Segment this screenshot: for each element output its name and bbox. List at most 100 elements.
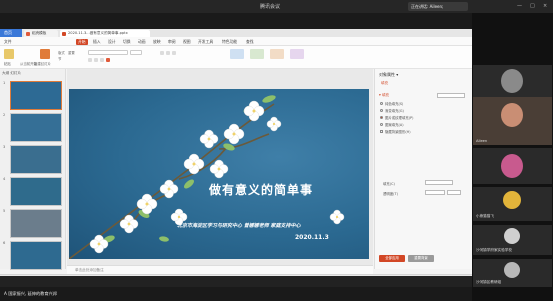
thumbnail-slide-6[interactable]	[10, 241, 62, 270]
meeting-titlebar: 腾讯会议 正在讲话: Aileen; — □ ×	[0, 0, 553, 13]
menu-developer[interactable]: 开发工具	[198, 39, 213, 45]
notes-pane[interactable]: 单击此处添加备注	[67, 265, 373, 274]
font-color-icon[interactable]	[106, 58, 110, 62]
template-icon	[26, 31, 30, 36]
textbox-icon[interactable]	[230, 49, 244, 59]
font-size-select[interactable]	[130, 50, 142, 55]
menu-transition[interactable]: 切换	[123, 39, 131, 45]
thumb-number: 4	[3, 177, 6, 181]
video-panel: 路漫漫其修远兮 Aileen 小熊猫猫飞 沙河镇学府家实验学校 沙河镇区教研组	[472, 13, 553, 301]
reset-background-button[interactable]: 重置背景	[408, 255, 434, 262]
thumb-number: 2	[3, 113, 6, 117]
option-hide-bg[interactable]: 隐藏背景图形(H)	[385, 129, 411, 134]
shapes-icon[interactable]	[250, 49, 264, 59]
transparency-input[interactable]	[447, 190, 461, 195]
menu-file[interactable]: 文件	[4, 39, 12, 45]
tab-label: 稻壳模板	[32, 31, 47, 35]
option-picture-fill[interactable]: 图片或纹理填充(P)	[385, 115, 413, 120]
thumbnail-slide-3[interactable]	[10, 145, 62, 174]
menu-review[interactable]: 审阅	[168, 39, 176, 45]
fill-section-header[interactable]: ▾ 填充	[379, 93, 389, 98]
thumbs-header: 大纲 幻灯片	[2, 71, 22, 75]
menu-insert[interactable]: 插入	[93, 39, 101, 45]
new-slide-icon[interactable]	[40, 49, 50, 59]
radio-pattern-fill[interactable]	[380, 123, 383, 126]
from-current-button[interactable]: 从当前开始	[20, 61, 37, 66]
menu-slideshow[interactable]: 放映	[153, 39, 161, 45]
slide-title[interactable]: 做有意义的简单事	[209, 181, 313, 198]
option-pattern-fill[interactable]: 图案填充(A)	[385, 122, 404, 127]
tab-templates[interactable]: 稻壳模板	[24, 30, 58, 37]
maximize-icon[interactable]: □	[530, 3, 535, 9]
video-tile-active[interactable]: Aileen	[473, 97, 552, 145]
paste-icon[interactable]	[4, 49, 14, 59]
paste-label: 粘贴	[4, 62, 11, 66]
slide-subtitle[interactable]: 北京市海淀区学习与研究中心 曾娜娜老师 家庭支持中心	[177, 222, 300, 229]
ribbon-toolbar: 粘贴 新建幻灯片 版式 节 重置 从当前开始	[0, 46, 472, 69]
thumb-number: 3	[3, 145, 6, 149]
pane-title[interactable]: 对象属性 ▾	[379, 72, 398, 78]
thumbnail-slide-4[interactable]	[10, 177, 62, 206]
thumb-number: 5	[3, 209, 6, 213]
menu-home[interactable]: 开始	[76, 39, 88, 45]
option-solid-fill[interactable]: 纯色填充(S)	[385, 101, 403, 106]
thumb-number: 6	[3, 241, 6, 245]
align-right-icon[interactable]	[172, 51, 176, 55]
tab-fill[interactable]: 填充	[381, 81, 388, 86]
avatar	[501, 69, 523, 93]
thumbnail-slide-1[interactable]	[10, 81, 62, 110]
checkbox-hide-bg[interactable]	[380, 130, 383, 133]
object-properties-pane: 对象属性 ▾ 填充 ▾ 填充 纯色填充(S) 渐变填充(G) 图片或纹理填充(P…	[374, 69, 472, 269]
thumbnail-slide-2[interactable]	[10, 113, 62, 142]
italic-icon[interactable]	[94, 58, 98, 62]
option-gradient-fill[interactable]: 渐变填充(G)	[385, 108, 404, 113]
menu-find[interactable]: 查找	[246, 39, 254, 45]
slide-editing-area: 做有意义的简单事 北京市海淀区学习与研究中心 曾娜娜老师 家庭支持中心 2020…	[67, 69, 373, 265]
participant-name: 沙河镇区教研组	[476, 280, 502, 284]
slide-thumbnails: 大纲 幻灯片 1 2 3 4 5 6	[0, 69, 66, 270]
align-center-icon[interactable]	[166, 51, 170, 55]
menu-design[interactable]: 设计	[108, 39, 116, 45]
arrange-icon[interactable]	[270, 49, 284, 59]
fill-label: 填充(C)	[383, 182, 395, 186]
quick-style-icon[interactable]	[290, 49, 304, 59]
thumbnail-slide-5[interactable]	[10, 209, 62, 238]
avatar	[503, 191, 521, 209]
menu-features[interactable]: 特色功能	[222, 39, 237, 45]
reset-button[interactable]: 重置	[68, 50, 75, 55]
caption-text: A 国家振兴, 延伸的教育兴邦	[4, 291, 57, 296]
slide-date[interactable]: 2020.11.3	[295, 234, 329, 241]
current-slide[interactable]: 做有意义的简单事 北京市海淀区学习与研究中心 曾娜娜老师 家庭支持中心 2020…	[69, 89, 369, 259]
minimize-icon[interactable]: —	[517, 3, 522, 9]
menu-animation[interactable]: 动画	[138, 39, 146, 45]
radio-solid-fill[interactable]	[380, 102, 383, 105]
menu-view[interactable]: 视图	[183, 39, 191, 45]
underline-icon[interactable]	[100, 58, 104, 62]
video-tile[interactable]: 小熊猫猫飞	[473, 187, 552, 221]
notes-placeholder: 单击此处添加备注	[75, 268, 104, 272]
fill-dropdown[interactable]	[437, 93, 465, 98]
wps-window: 首页 稻壳模板 2020.11.3...做有意义的简单事.pptx 文件 开始 …	[0, 29, 472, 282]
font-name-select[interactable]	[88, 50, 128, 55]
tab-home[interactable]: 首页	[0, 29, 22, 37]
bold-icon[interactable]	[88, 58, 92, 62]
participant-name: Aileen	[476, 139, 488, 143]
fill-color-select[interactable]	[425, 180, 453, 185]
video-tile[interactable]	[473, 148, 552, 184]
video-tile[interactable]: 沙河镇学府家实验学校	[473, 225, 552, 255]
screen: 腾讯会议 正在讲话: Aileen; — □ × 首页 稻壳模板 2020.11…	[0, 0, 553, 301]
tab-label: 2020.11.3...做有意义的简单事.pptx	[68, 31, 128, 35]
caption-bar: A 国家振兴, 延伸的教育兴邦	[0, 287, 472, 301]
apply-all-button[interactable]: 全部应用	[379, 255, 405, 262]
video-tile[interactable]: 沙河镇区教研组	[473, 259, 552, 287]
menu-bar: 文件 开始 插入 设计 切换 动画 放映 审阅 视图 开发工具 特色功能 查找	[0, 37, 472, 46]
align-left-icon[interactable]	[160, 51, 164, 55]
layout-button[interactable]: 版式	[58, 50, 65, 55]
section-button[interactable]: 节	[58, 56, 61, 61]
close-icon[interactable]: ×	[543, 3, 547, 9]
radio-gradient-fill[interactable]	[380, 109, 383, 112]
pptx-icon	[62, 31, 66, 36]
tab-presentation[interactable]: 2020.11.3...做有意义的简单事.pptx	[60, 30, 150, 37]
radio-picture-fill[interactable]	[380, 116, 383, 119]
transparency-slider[interactable]	[425, 190, 445, 195]
